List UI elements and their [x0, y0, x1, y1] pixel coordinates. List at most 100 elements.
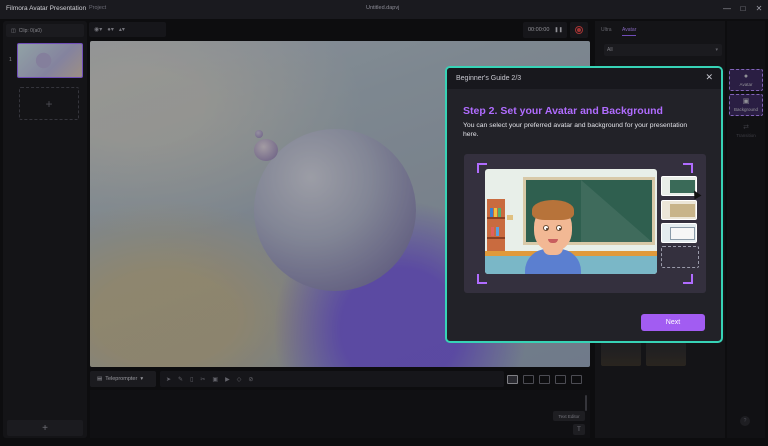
avatar-eye	[556, 225, 562, 231]
step-title: Step 2. Set your Avatar and Background	[463, 105, 663, 117]
speaker-icon[interactable]: ▴▾	[119, 26, 125, 33]
background-thumb-board	[670, 227, 695, 240]
side-item-label: Avatar	[739, 82, 753, 87]
chevron-down-icon: ▾	[715, 47, 718, 53]
layout-toolbar	[507, 371, 589, 387]
title-bar: Filmora Avatar Presentation Project Unti…	[0, 0, 768, 19]
pointer-icon[interactable]: ➤	[166, 376, 171, 383]
shelf-board	[487, 237, 505, 239]
maximize-icon[interactable]: □	[738, 4, 748, 14]
recording-timer: 00:00:00 ❚❚	[523, 22, 567, 38]
book	[494, 208, 497, 217]
image-icon: ▣	[742, 98, 750, 105]
tab-avatar[interactable]: Avatar	[622, 27, 637, 36]
filter-value: All	[607, 47, 613, 53]
layers-icon: ◫	[11, 27, 16, 34]
background-thumb-board	[670, 204, 695, 217]
file-name: Untitled.dapvj	[366, 5, 400, 11]
plus-icon: +	[45, 96, 53, 111]
background-option	[661, 200, 697, 220]
frame-corner-icon	[683, 274, 693, 284]
app-title: Filmora Avatar Presentation	[6, 5, 87, 12]
classroom-scene	[485, 169, 657, 274]
background-sphere-large	[254, 129, 416, 291]
background-option-empty	[661, 246, 699, 268]
plus-icon: +	[42, 422, 48, 434]
beginners-guide-dialog: Beginner's Guide 2/3 ✕ Step 2. Set your …	[445, 66, 723, 343]
shelf-board	[487, 217, 505, 219]
layout-split-icon[interactable]	[523, 374, 534, 384]
project-tab[interactable]: Project	[89, 5, 106, 11]
teleprompter-icon: ▤	[97, 376, 103, 382]
book	[490, 208, 493, 217]
drawing-toolbar: ➤ ✎ ▯ ✂ ▣ ▶ ◇ ⊘	[160, 371, 504, 387]
avatar-hair	[532, 200, 574, 220]
clip-label: Clip: 0(a0)	[18, 27, 42, 34]
help-icon: ?	[743, 418, 747, 424]
background-sphere-tiny	[255, 130, 263, 138]
record-button[interactable]	[570, 22, 588, 38]
record-icon	[575, 26, 583, 34]
frame-corner-icon	[477, 274, 487, 284]
next-button[interactable]: Next	[641, 314, 705, 331]
avatar-thumbnail[interactable]	[601, 342, 641, 366]
slides-panel: ◫ Clip: 0(a0) 1 + +	[3, 21, 87, 438]
side-item-transition[interactable]: ⇄ Transition	[729, 120, 763, 142]
pen-icon[interactable]: ✎	[178, 376, 183, 383]
microphone-icon[interactable]: ●▾	[107, 26, 114, 33]
shapes-icon[interactable]: ◇	[237, 376, 242, 383]
text-icon: T	[577, 426, 581, 433]
avatar-thumbnail[interactable]	[646, 342, 686, 366]
layout-avatar-icon[interactable]	[507, 374, 518, 384]
book	[496, 227, 499, 236]
text-editor-tooltip: Text Editor	[553, 411, 585, 421]
plant-pot	[507, 215, 513, 220]
teleprompter-dropdown[interactable]: ▤ Teleprompter ▾	[90, 371, 156, 387]
text-editor-button[interactable]: T	[573, 424, 585, 435]
pause-icon[interactable]: ❚❚	[554, 27, 562, 33]
teleprompter-script-area[interactable]	[90, 390, 590, 438]
teleprompter-label: Teleprompter	[105, 376, 138, 382]
side-item-background[interactable]: ▣ Background	[729, 94, 763, 116]
person-icon: ●	[743, 73, 749, 80]
chevron-down-icon: ▾	[140, 376, 144, 382]
help-button[interactable]: ?	[740, 416, 750, 426]
dialog-header: Beginner's Guide 2/3 ✕	[447, 68, 721, 89]
tab-ultra[interactable]: Ultra	[601, 27, 612, 33]
minimize-icon[interactable]: —	[722, 4, 732, 14]
layout-side-icon[interactable]	[539, 374, 550, 384]
layout-fullscreen-icon[interactable]	[571, 374, 582, 384]
side-item-label: Background	[733, 107, 759, 112]
add-slide-button[interactable]: +	[19, 87, 79, 120]
layout-corner-icon[interactable]	[555, 374, 566, 384]
timer-text: 00:00:00	[528, 27, 550, 33]
background-sphere-small	[254, 139, 278, 161]
close-icon[interactable]: ✕	[705, 73, 713, 82]
eraser-icon[interactable]: ▯	[190, 376, 193, 383]
book	[491, 227, 494, 236]
add-slide-bottom-button[interactable]: +	[7, 420, 83, 436]
video-icon[interactable]: ▶	[225, 376, 230, 383]
side-item-label: Transition	[736, 133, 756, 138]
dialog-title: Beginner's Guide 2/3	[456, 75, 522, 82]
slide-number: 1	[9, 57, 12, 63]
avatar-eye	[543, 225, 549, 231]
image-icon[interactable]: ▣	[212, 376, 218, 383]
clip-selector[interactable]: ◫ Clip: 0(a0)	[6, 24, 84, 37]
close-icon[interactable]: ✕	[754, 4, 764, 14]
slide-thumbnail[interactable]	[17, 43, 83, 78]
clear-icon[interactable]: ⊘	[248, 376, 253, 383]
frame-corner-icon	[683, 163, 693, 173]
script-scrollbar[interactable]	[585, 395, 587, 411]
background-option	[661, 223, 697, 243]
side-item-avatar[interactable]: ● Avatar	[729, 69, 763, 91]
board-shade	[581, 180, 652, 242]
book	[498, 208, 501, 217]
transition-icon: ⇄	[743, 124, 749, 131]
camera-icon[interactable]: ◉▾	[94, 26, 102, 33]
guide-illustration	[464, 154, 706, 293]
scissors-icon[interactable]: ✂	[200, 376, 205, 383]
media-input-toolbar: ◉▾ ●▾ ▴▾	[89, 22, 166, 37]
step-description: You can select your preferred avatar and…	[463, 122, 688, 138]
avatar-filter-dropdown[interactable]: All ▾	[604, 44, 722, 56]
